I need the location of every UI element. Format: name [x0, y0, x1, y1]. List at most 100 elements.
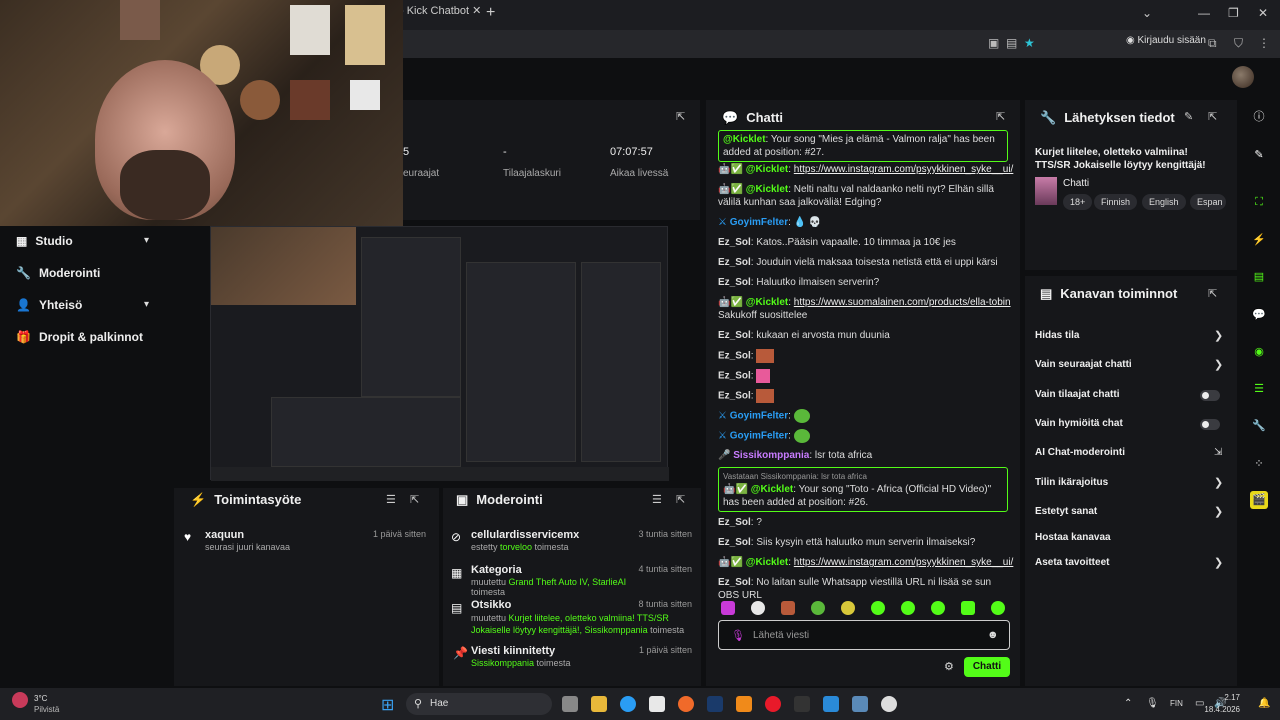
edge-icon[interactable]	[620, 696, 636, 712]
chat-message[interactable]: 🤖✅ @Kicklet: Nelti naltu val naldaanko n…	[718, 183, 1014, 209]
new-tab-button[interactable]: +	[486, 4, 495, 22]
windows-start-icon[interactable]: ⊞	[381, 695, 394, 715]
info-icon[interactable]: ⓘ	[1250, 108, 1268, 126]
action-host-channel[interactable]: Hostaa kanavaa	[1035, 532, 1111, 543]
chat-user[interactable]: Ez_Sol	[718, 237, 751, 248]
chevron-right-icon[interactable]: ❯	[1214, 476, 1223, 489]
action-ai-moderation[interactable]: AI Chat-moderointi	[1035, 447, 1125, 458]
expand-icon[interactable]: ⇱	[676, 493, 685, 506]
chat-user[interactable]: Ez_Sol	[718, 330, 751, 341]
emote-button[interactable]	[781, 601, 795, 615]
gear-icon[interactable]: ⚙	[944, 660, 954, 673]
stream-preview[interactable]	[210, 226, 669, 481]
chat-message[interactable]: Ez_Sol: Katos..Pääsin vapaalle. 10 timma…	[718, 236, 1014, 249]
chat-user[interactable]: @Kicklet	[746, 164, 789, 175]
avatar[interactable]	[1232, 66, 1254, 88]
chat-message[interactable]: 🤖✅ @Kicklet: https://www.instagram.com/p…	[718, 556, 1014, 569]
close-window-button[interactable]: ✕	[1258, 6, 1268, 20]
chat-user[interactable]: Ez_Sol	[718, 577, 751, 588]
minimize-button[interactable]: —	[1198, 6, 1210, 20]
reader-icon[interactable]: ▤	[1006, 36, 1017, 50]
chat-message[interactable]: ⚔ GoyimFelter:	[718, 429, 1014, 443]
notification-icon[interactable]: 🔔	[1258, 698, 1270, 709]
document-icon[interactable]: ▤	[1250, 268, 1268, 286]
action-age-restriction[interactable]: Tilin ikärajoitus	[1035, 477, 1108, 488]
chat-link[interactable]: https://www.instagram.com/psyykkinen_syk…	[794, 557, 1014, 568]
nav-item-yhteiso[interactable]: 👤 Yhteisö	[16, 298, 82, 312]
nav-item-dropit[interactable]: 🎁 Dropit & palkinnot	[16, 330, 143, 344]
apps-icon[interactable]: ⁘	[1250, 455, 1268, 473]
filter-icon[interactable]: ☰	[652, 493, 662, 506]
expand-icon[interactable]: ⇱	[410, 493, 419, 506]
emote-button[interactable]	[841, 601, 855, 615]
chat-message[interactable]: Ez_Sol: kukaan ei arvosta mun duunia	[718, 329, 1014, 342]
chat-user[interactable]: Ez_Sol	[718, 277, 751, 288]
emote-button[interactable]	[901, 601, 915, 615]
chat-message[interactable]: Ez_Sol: Haluutko ilmaisen serverin?	[718, 276, 1014, 289]
action-blocked-words[interactable]: Estetyt sanat	[1035, 506, 1097, 517]
chat-message[interactable]: ⚔ GoyimFelter:	[718, 409, 1014, 423]
emote-button[interactable]	[811, 601, 825, 615]
chat-user[interactable]: Ez_Sol	[718, 351, 751, 362]
chat-message[interactable]: Ez_Sol: No laitan sulle Whatsapp viestil…	[718, 576, 1014, 602]
chevron-right-icon[interactable]: ❯	[1214, 358, 1223, 371]
clock-date[interactable]: 18.4.2026	[1204, 705, 1240, 714]
extensions-icon[interactable]: ⧉	[1208, 36, 1217, 51]
action-set-goals[interactable]: Aseta tavoitteet	[1035, 557, 1109, 568]
chat-user[interactable]: @Kicklet	[723, 134, 766, 145]
emote-button[interactable]	[961, 601, 975, 615]
chat-user[interactable]: GoyimFelter	[730, 217, 788, 228]
broadcast-icon[interactable]: ◉	[1250, 343, 1268, 361]
vscode-icon[interactable]	[823, 696, 839, 712]
screenshot-icon[interactable]: ▣	[988, 36, 999, 50]
firefox-icon[interactable]	[678, 696, 694, 712]
chat-message[interactable]: 🤖✅ @Kicklet: https://www.suomalainen.com…	[718, 296, 1014, 322]
chevron-down-icon[interactable]: ▾	[144, 235, 149, 246]
chat-message[interactable]: 🤖✅ @Kicklet: https://www.instagram.com/p…	[718, 163, 1014, 176]
chevron-down-icon[interactable]: ▾	[144, 299, 149, 310]
expand-icon[interactable]: ⇱	[1208, 110, 1217, 123]
tag-chip[interactable]: English	[1142, 194, 1186, 210]
chat-message[interactable]: 🎤 Sissikomppania: lsr tota africa	[718, 449, 1014, 462]
tag-chip[interactable]: Finnish	[1094, 194, 1138, 210]
chat-message[interactable]: Vastataan Sissikomppania: lsr tota afric…	[718, 467, 1008, 512]
emote-button[interactable]	[751, 601, 765, 615]
chat-message[interactable]: Ez_Sol: Jouduin vielä maksaa toisesta ne…	[718, 256, 1014, 269]
app-icon[interactable]	[852, 696, 868, 712]
chat-message[interactable]: @Kicklet: Your song "Mies ja elämä - Val…	[718, 130, 1008, 162]
nav-item-moderointi[interactable]: 🔧 Moderointi	[16, 266, 100, 280]
chat-user[interactable]: Ez_Sol	[718, 517, 751, 528]
emoji-icon[interactable]: ☻	[987, 629, 999, 641]
favorite-star-icon[interactable]: ★	[1024, 36, 1035, 50]
expand-icon[interactable]: ⇱	[1208, 287, 1217, 300]
maximize-button[interactable]: ❐	[1228, 6, 1239, 20]
browser-tab[interactable]: - Kick Chatbot ✕	[400, 4, 480, 24]
mod-who[interactable]: Sissikomppania	[471, 658, 534, 668]
focus-icon[interactable]: ⛶	[1250, 193, 1268, 211]
terminal-icon[interactable]	[794, 696, 810, 712]
tag-chip[interactable]: Espan	[1190, 194, 1226, 210]
list-icon[interactable]: ☰	[1250, 380, 1268, 398]
taskbar-search[interactable]: ⚲ Hae	[406, 693, 552, 715]
mod-who[interactable]: torveloo	[500, 542, 532, 552]
chat-user[interactable]: GoyimFelter	[730, 411, 788, 422]
chat-user[interactable]: GoyimFelter	[730, 431, 788, 442]
login-button[interactable]: ◉ Kirjaudu sisään	[1126, 35, 1206, 46]
chat-user[interactable]: @Kicklet	[746, 184, 789, 195]
store-icon[interactable]	[649, 696, 665, 712]
chat-user[interactable]: Sissikomppania	[733, 450, 809, 461]
mod-who[interactable]: Grand Theft Auto IV, StarlieAI	[509, 577, 627, 587]
chat-input[interactable]: 🎙 Lähetä viesti ☻	[718, 620, 1010, 650]
obs-icon[interactable]	[881, 696, 897, 712]
emote-button[interactable]	[991, 601, 1005, 615]
nav-item-studio[interactable]: ▦ Studio	[16, 234, 73, 248]
chevron-right-icon[interactable]: ❯	[1214, 505, 1223, 518]
menu-icon[interactable]: ⋮	[1258, 36, 1270, 50]
chat-link[interactable]: https://www.suomalainen.com/products/ell…	[794, 297, 1011, 308]
mic-icon[interactable]: 🎙	[1146, 698, 1159, 709]
edit-icon[interactable]: ✎	[1250, 146, 1268, 164]
chat-message[interactable]: Ez_Sol: Siis kysyin että haluutko mun se…	[718, 536, 1014, 549]
chat-icon[interactable]: 💬	[1250, 306, 1268, 324]
emote-button[interactable]	[931, 601, 945, 615]
chevron-right-icon[interactable]: ❯	[1214, 329, 1223, 342]
